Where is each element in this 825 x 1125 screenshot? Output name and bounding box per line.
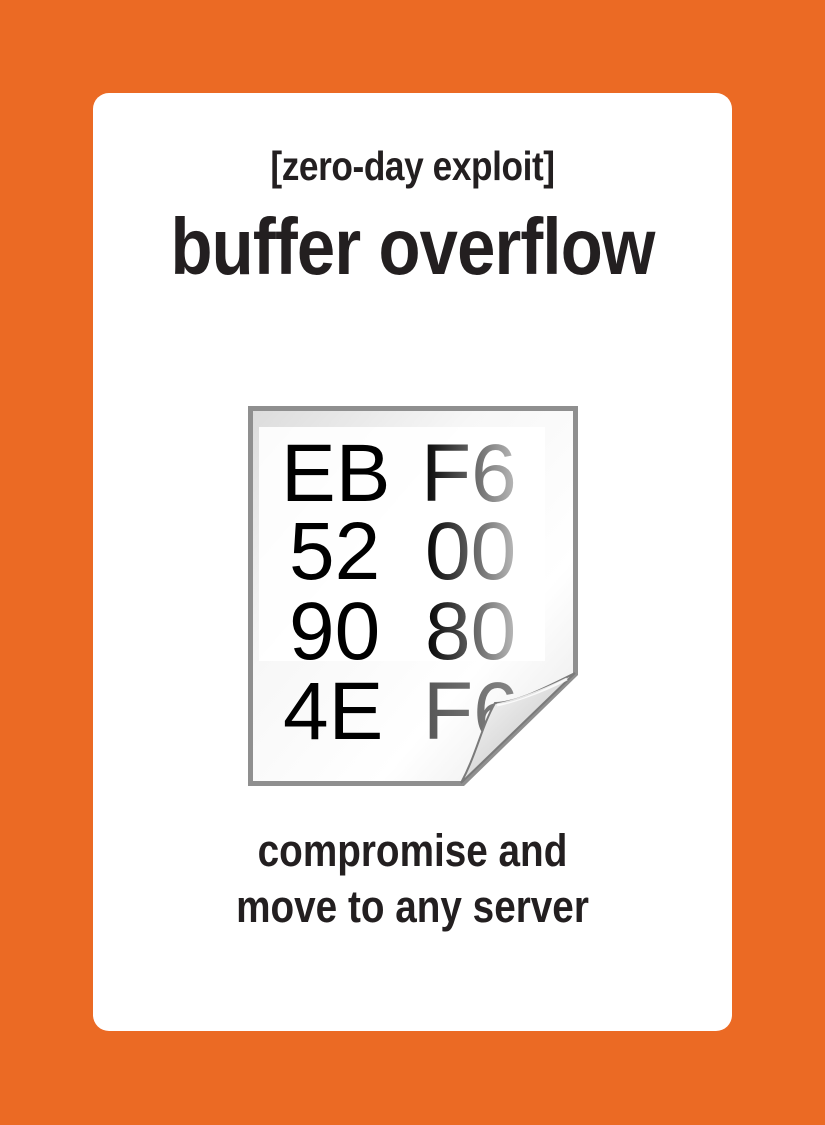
card: [zero-day exploit] buffer overflow EB F6… [93,93,732,1031]
hex-byte: 52 [289,506,380,597]
card-title: buffer overflow [170,202,655,291]
hex-byte: 90 [289,586,380,677]
hex-byte: 4E [283,666,383,757]
card-subtitle: [zero-day exploit] [270,143,555,189]
card-caption: compromise and move to any server [138,823,688,935]
hex-byte: 80 [425,586,516,677]
caption-line: compromise and [257,825,568,876]
document-illustration: EB F6 52 00 90 80 4E F6 [248,406,578,786]
caption-line: move to any server [236,881,589,932]
hex-byte: 00 [425,506,516,597]
document-icon: EB F6 52 00 90 80 4E F6 [245,403,581,789]
